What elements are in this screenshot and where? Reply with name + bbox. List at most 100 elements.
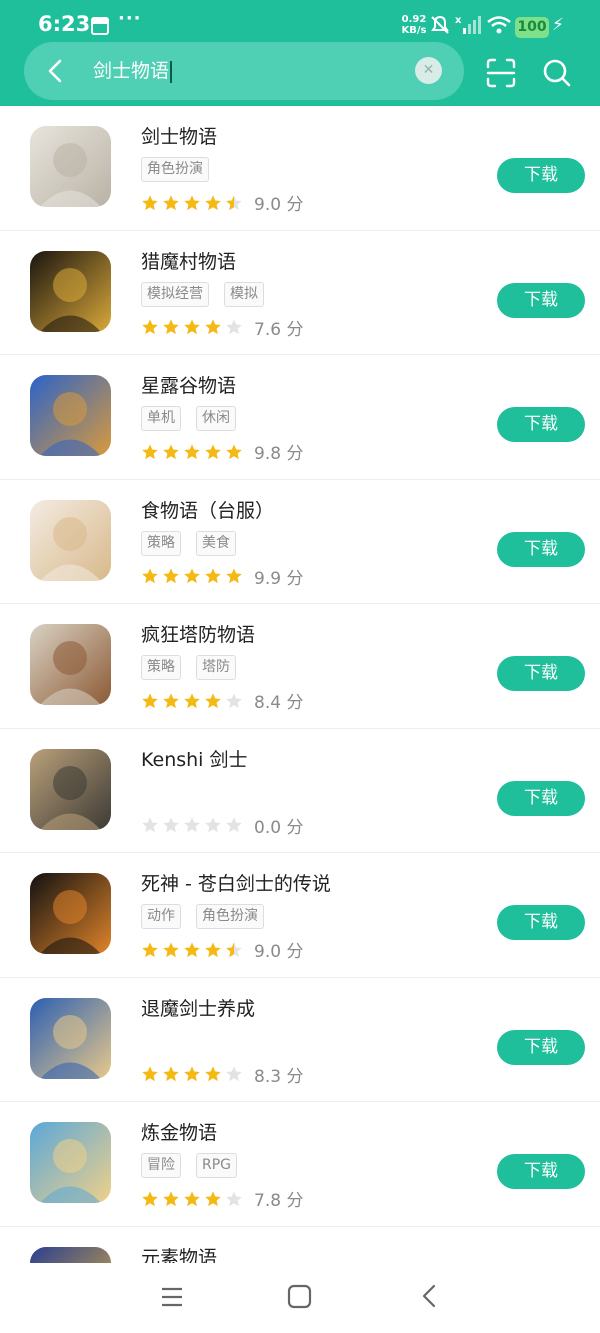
alchemy-girl-icon[interactable] [30,1122,111,1203]
tower-boy-icon[interactable] [30,624,111,705]
star-icon [163,1190,179,1206]
back-arrow-icon[interactable] [40,55,72,87]
download-button[interactable]: 下载 [497,780,585,816]
app-name[interactable]: 剑士物语 [141,122,217,149]
app-name[interactable]: 食物语（台服） [141,496,274,523]
app-rating: 7.8 分 [141,1186,303,1211]
app-result-row[interactable]: 星露谷物语 单机 休闲 9.8 分下载 [0,355,600,480]
star-icon [163,817,179,833]
download-button[interactable]: 下载 [497,282,585,318]
app-tags: 角色扮演 [141,157,224,183]
rating-score: 0.0 分 [254,817,304,838]
home-icon[interactable] [287,1284,312,1309]
category-tag: 角色扮演 [141,157,209,182]
star-icon [184,319,200,335]
rating-score: 9.0 分 [254,942,304,962]
nav-back-icon[interactable] [417,1283,443,1309]
download-button[interactable]: 下载 [497,531,585,567]
app-result-row[interactable]: 退魔剑士养成 8.3 分 下载 [0,978,600,1102]
app-result-row[interactable]: 猎魔村物语 模拟经营 模拟 7.6 分 下载 [0,231,600,355]
category-tag: 动作 [141,904,181,929]
download-button[interactable]: 下载 [497,1029,585,1065]
download-button[interactable]: 下载 [497,656,585,691]
rating-score: 9.8 分 [254,444,304,464]
star-icon [184,568,200,584]
clear-search-button[interactable]: ✕ [415,57,442,84]
star-icon [205,1066,221,1082]
download-button[interactable]: 下载 [497,158,585,193]
app-rating: 0.0 分 [141,813,304,838]
star-rating [141,941,243,959]
star-icon [205,1190,221,1206]
app-name[interactable]: 退魔剑士养成 [141,994,255,1021]
star-icon [205,319,221,335]
app-name[interactable]: 死神 - 苍白剑士的传说 [141,869,331,896]
charging-icon: ⚡ [552,15,564,35]
reaper-mask-icon[interactable] [30,873,111,954]
star-icon [226,692,242,708]
rating-score: 8.3 分 [254,1066,304,1087]
search-icon[interactable] [540,56,574,90]
star-rating [141,567,243,585]
star-icon [226,319,242,335]
star-icon [184,194,200,210]
category-tag: 单机 [141,406,181,431]
app-rating: 8.4 分 [141,688,303,713]
calendar-notification-icon [91,17,109,35]
app-rating: 9.8 分 [141,439,304,464]
star-rating [141,194,243,212]
app-rating: 8.3 分 [141,1062,304,1087]
star-icon [205,941,221,957]
app-result-row[interactable]: 食物语（台服） 策略 美食 9.9 分下载 [0,480,600,604]
download-button[interactable]: 下载 [497,1154,585,1189]
app-result-row[interactable]: 疯狂塔防物语 策略 塔防 8.4 分 下载 [0,604,600,729]
download-button[interactable]: 下载 [497,905,585,940]
star-icon [142,1190,158,1206]
app-name[interactable]: 炼金物语 [141,1118,217,1145]
wifi-icon [487,16,511,34]
star-icon [142,692,158,708]
star-icon [226,941,242,957]
food-girl-icon[interactable] [30,499,111,581]
category-tag: 美食 [196,530,236,556]
star-icon [142,443,158,459]
rating-score: 9.9 分 [254,568,304,589]
app-name[interactable]: 星露谷物语 [141,371,236,398]
app-result-row[interactable]: 剑士物语 角色扮演 9.0 分 下载 [0,106,600,231]
text-caret [170,60,173,83]
app-name[interactable]: 疯狂塔防物语 [141,620,255,647]
app-name[interactable]: 猎魔村物语 [141,247,236,274]
category-tag: 策略 [141,655,181,680]
star-icon [163,194,179,210]
demon-swordsman-icon[interactable] [30,997,111,1079]
app-tags: 动作 角色扮演 [141,904,279,930]
app-name[interactable]: Kenshi 剑士 [141,745,248,772]
star-icon [142,568,158,584]
search-input[interactable]: 剑士物语 [93,58,173,84]
app-result-row[interactable]: 炼金物语冒险 RPG 7.8 分 下载 [0,1102,600,1227]
category-tag: 冒险 [141,1153,181,1178]
star-rating [141,816,243,834]
star-icon [205,692,221,708]
star-icon [184,692,200,708]
swordgirl-icon[interactable] [30,126,111,207]
star-icon [226,1066,242,1082]
app-rating: 9.0 分 [141,937,304,962]
scan-icon[interactable] [484,56,518,90]
pixel-chicken-icon[interactable] [30,375,111,456]
top-bar: 6:23 ··· 0.92 KB/s x 100 ⚡ 剑士物语 ✕ [0,0,600,106]
star-icon [226,817,242,833]
category-tag: RPG [196,1153,238,1178]
recent-apps-icon[interactable] [160,1285,184,1309]
pixel-knight-icon[interactable] [30,250,111,332]
app-result-row[interactable]: Kenshi 剑士 0.0 分 下载 [0,729,600,853]
svg-text:x: x [455,15,462,26]
app-result-row[interactable]: 死神 - 苍白剑士的传说 动作 角色扮演 9.0 分 下载 [0,853,600,978]
star-rating [141,443,243,461]
category-tag: 塔防 [196,655,236,680]
download-button[interactable]: 下载 [497,407,585,442]
app-tags: 模拟经营 模拟 [141,281,279,308]
star-icon [142,941,158,957]
search-bar [24,42,464,100]
desert-wanderer-icon[interactable] [30,748,111,830]
